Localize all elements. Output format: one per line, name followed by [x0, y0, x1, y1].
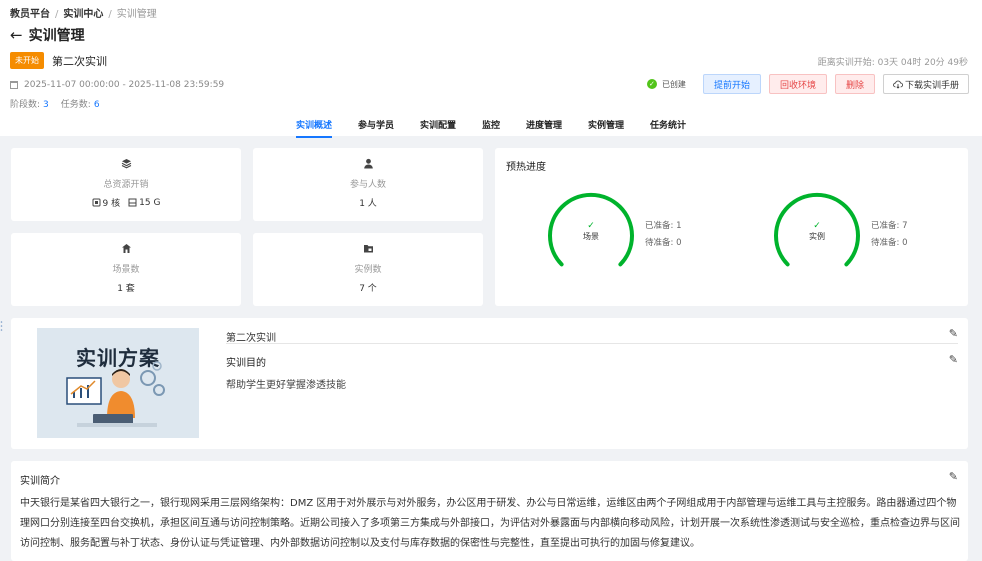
plan-purpose-label: 实训目的 [226, 358, 266, 369]
tab-bar: 实训概述 参与学员 实训配置 监控 进度管理 实例管理 任务统计 [0, 111, 982, 138]
stage-count: 3 [43, 100, 49, 110]
warmup-progress-card: 预热进度 ✓ 场景 已准备: 1 待准备: 0 ✓ 实例 已准备: 7 待准备:… [495, 148, 968, 306]
tab-task-stats[interactable]: 任务统计 [650, 111, 686, 138]
scene-pending-label: 待准备: [645, 238, 674, 248]
page-title: 实训管理 [28, 28, 85, 44]
memory-value: 15 G [139, 197, 161, 208]
start-early-button[interactable]: 提前开始 [702, 74, 761, 94]
page-title-row: ← 实训管理 [10, 25, 85, 45]
plan-card: 实训方案 第二次实训 ✎ 实训目的 ✎ 帮助学生更好掌握渗透技能 [11, 318, 968, 449]
created-label: 已创建 [661, 79, 686, 89]
edit-name-icon[interactable]: ✎ [949, 327, 958, 340]
back-arrow-icon[interactable]: ← [10, 26, 23, 44]
delete-button[interactable]: 删除 [834, 74, 875, 94]
side-drag-handle[interactable] [0, 318, 3, 332]
instance-ready-value: 7 [902, 221, 908, 231]
tab-instances[interactable]: 实例管理 [588, 111, 624, 138]
edit-purpose-icon[interactable]: ✎ [949, 353, 958, 366]
layers-icon [121, 159, 131, 169]
tab-monitor[interactable]: 监控 [482, 111, 500, 138]
time-range: 2025-11-07 00:00:00 - 2025-11-08 23:59:5… [24, 80, 225, 90]
status-badge: 未开始 [10, 52, 44, 69]
stat-card-instances: 实例数 7 个 [253, 233, 483, 306]
scene-ready-label: 已准备: [645, 221, 674, 231]
building-icon [121, 244, 131, 253]
time-range-row: 2025-11-07 00:00:00 - 2025-11-08 23:59:5… [10, 80, 224, 90]
stat-label: 总资源开销 [103, 180, 149, 190]
page-header: 教员平台 / 实训中心 / 实训管理 ← 实训管理 未开始 第二次实训 距离实训开始: … [0, 0, 982, 138]
plan-purpose: 帮助学生更好掌握渗透技能 [226, 380, 346, 391]
plan-name: 第二次实训 [226, 333, 276, 344]
scene-ring-center: ✓ 场景 [548, 222, 634, 242]
cpu-icon [92, 198, 101, 207]
tab-students[interactable]: 参与学员 [358, 111, 394, 138]
training-status-row: 未开始 第二次实训 [10, 52, 107, 69]
warmup-title: 预热进度 [506, 162, 546, 173]
scene-ring-label: 场景 [583, 232, 599, 241]
stat-card-resources: 总资源开销 9 核 15 G [11, 148, 241, 221]
scene-ring-stats: 已准备: 1 待准备: 0 [645, 218, 682, 252]
intro-card: 实训简介 ✎ 中天银行是某省四大银行之一，银行现网采用三层网络架构：DMZ 区用… [11, 461, 968, 561]
download-manual-label: 下载实训手册 [904, 80, 959, 91]
stat-value-resources: 9 核 15 G [11, 196, 241, 209]
stat-value-scenes: 1 套 [117, 284, 135, 294]
stat-value-participants: 1 人 [359, 199, 377, 209]
stat-label: 参与人数 [349, 180, 386, 190]
stage-count-label: 阶段数: [10, 100, 41, 110]
check-icon: ✓ [813, 221, 821, 231]
countdown-text: 距离实训开始: 03天 04时 20分 49秒 [817, 58, 968, 68]
breadcrumb-current: 实训管理 [116, 9, 157, 20]
task-count: 6 [93, 100, 100, 110]
intro-title: 实训简介 [20, 476, 60, 487]
count-row: 阶段数: 3 任务数: 6 [10, 97, 112, 110]
download-manual-button[interactable]: 下载实训手册 [882, 74, 969, 94]
instance-ring-center: ✓ 实例 [774, 222, 860, 242]
memory-icon [128, 198, 137, 207]
plan-thumbnail: 实训方案 [37, 328, 199, 438]
created-status: ✓ 已创建 [646, 79, 686, 90]
instance-pending-label: 待准备: [871, 238, 900, 248]
instance-ring-stats: 已准备: 7 待准备: 0 [871, 218, 908, 252]
user-icon [363, 158, 373, 169]
divider [226, 343, 958, 344]
edit-intro-icon[interactable]: ✎ [949, 470, 958, 483]
cloud-download-icon [893, 80, 903, 89]
scene-ready-value: 1 [676, 221, 682, 231]
check-circle-icon: ✓ [646, 79, 657, 89]
cpu-value: 9 核 [102, 199, 121, 209]
breadcrumb: 教员平台 / 实训中心 / 实训管理 [10, 9, 157, 20]
training-illustration-icon [66, 361, 165, 427]
reclaim-env-button[interactable]: 回收环境 [768, 74, 827, 94]
instance-pending-value: 0 [902, 238, 908, 248]
breadcrumb-mid[interactable]: 实训中心 [63, 9, 103, 20]
task-count-label: 任务数: [60, 100, 91, 110]
stat-card-participants: 参与人数 1 人 [253, 148, 483, 221]
instance-ring-label: 实例 [809, 232, 825, 241]
action-bar: ✓ 已创建 提前开始 回收环境 删除 下载实训手册 [646, 74, 969, 94]
instance-ready-label: 已准备: [871, 221, 900, 231]
breadcrumb-root[interactable]: 教员平台 [10, 9, 50, 20]
stat-card-scenes: 场景数 1 套 [11, 233, 241, 306]
scene-pending-value: 0 [676, 238, 682, 248]
stat-value-instances: 7 个 [359, 284, 377, 294]
tab-progress[interactable]: 进度管理 [526, 111, 562, 138]
tab-overview[interactable]: 实训概述 [295, 111, 332, 138]
intro-text: 中天银行是某省四大银行之一，银行现网采用三层网络架构：DMZ 区用于对外展示与对… [20, 498, 960, 549]
stat-label: 场景数 [112, 265, 140, 275]
training-name: 第二次实训 [52, 54, 107, 68]
calendar-icon [10, 81, 18, 89]
folder-icon [363, 245, 373, 253]
stat-label: 实例数 [354, 265, 382, 275]
tab-config[interactable]: 实训配置 [420, 111, 456, 138]
check-icon: ✓ [587, 221, 595, 231]
